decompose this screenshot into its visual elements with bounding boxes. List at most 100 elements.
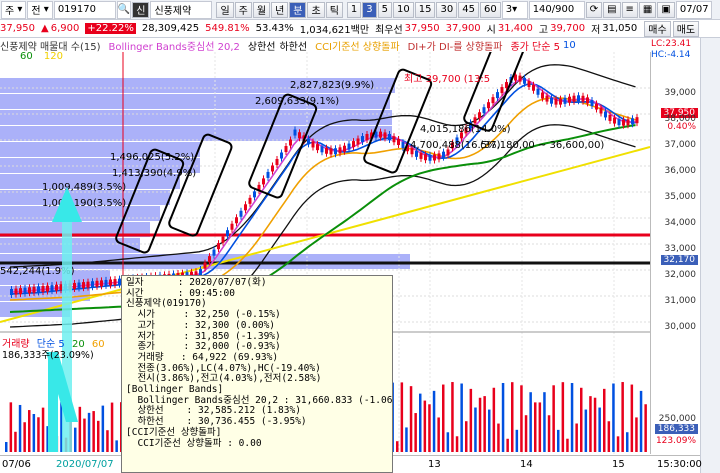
volume-tag: 186,333 xyxy=(654,424,698,434)
tab-period-년[interactable]: 년 xyxy=(271,1,289,18)
copy-icon[interactable]: ▤ xyxy=(603,1,621,18)
candle-body xyxy=(541,92,544,99)
cyan-n-left xyxy=(48,352,58,452)
volume-bar xyxy=(423,400,427,452)
credit-badge[interactable]: 신 xyxy=(132,1,150,18)
volume-bar xyxy=(635,417,638,452)
volume-bar xyxy=(106,430,109,452)
volume-bar xyxy=(621,382,624,452)
candle-body xyxy=(347,143,351,150)
right-toolbar[interactable] xyxy=(700,38,720,473)
price-axis[interactable]: LC:23.41 HC:-4.14 37,950 0.40% 32,170 25… xyxy=(650,39,700,454)
candle-body xyxy=(307,138,310,145)
interval-tabs: 1 3 5 10 15 30 45 60 xyxy=(346,1,501,18)
whole-label: 전 xyxy=(31,6,41,17)
tab-interval-5[interactable]: 5 xyxy=(377,1,393,18)
quote-bar: 37,950 ▲ 6,900 +22.22% 28,309,425 549.81… xyxy=(0,20,720,38)
tab-interval-3[interactable]: 3 xyxy=(362,1,377,18)
tab-period-일[interactable]: 일 xyxy=(216,1,234,18)
calendar-icon[interactable]: ▣ xyxy=(657,1,675,18)
candle-body xyxy=(113,279,117,286)
whole-select[interactable]: 전 ▾ xyxy=(27,0,53,19)
tab-interval-1[interactable]: 1 xyxy=(346,1,362,18)
candle-body xyxy=(392,136,396,143)
candle-body xyxy=(487,102,490,109)
volume: 28,309,425 xyxy=(141,23,200,34)
refresh-icon[interactable]: ⟳ xyxy=(585,1,603,18)
candle-body xyxy=(478,112,481,119)
tab-period-월[interactable]: 월 xyxy=(252,1,271,18)
indicator-legend: 신풍제약 매물대 수(15) Bollinger Bands중심선 20,2 상… xyxy=(0,38,700,53)
stock-name: 신풍제약 xyxy=(150,0,213,19)
volume-bar xyxy=(478,397,482,452)
volume-bar xyxy=(18,404,22,452)
tab-period-틱[interactable]: 틱 xyxy=(325,1,343,18)
price-change: 6,900 xyxy=(50,23,80,34)
tab-period-주[interactable]: 주 xyxy=(234,1,252,18)
candle-body xyxy=(91,281,94,288)
candle-body xyxy=(491,97,495,104)
tab-interval-30[interactable]: 30 xyxy=(436,1,458,18)
candle-body xyxy=(284,146,288,153)
count-field[interactable]: 140/900 xyxy=(528,0,585,19)
high-label: 고 xyxy=(538,25,549,36)
tab-interval-60[interactable]: 60 xyxy=(479,1,501,18)
lc-value: LC:23.41 xyxy=(651,39,692,49)
grid-icon[interactable]: ▦ xyxy=(638,1,657,18)
legend-bb-lower[interactable]: 하한선 xyxy=(279,38,307,53)
legend-bb-mid[interactable]: Bollinger Bands중심선 20,2 xyxy=(109,38,240,53)
tab-interval-15[interactable]: 15 xyxy=(414,1,436,18)
candle-body xyxy=(622,119,625,126)
candle-body xyxy=(23,287,27,294)
candle-body xyxy=(631,118,634,125)
trade-amount: 1,034,621백만 xyxy=(299,25,370,36)
volume-bar xyxy=(492,387,496,452)
volume-bar xyxy=(41,407,45,452)
list-icon[interactable]: ≡ xyxy=(621,1,638,18)
date-field[interactable]: 07/07 xyxy=(675,0,712,19)
candle-body xyxy=(226,230,229,237)
buy-button[interactable]: 매수 xyxy=(644,20,671,37)
candle-body xyxy=(14,288,18,295)
candle-body xyxy=(343,145,346,152)
candle-body xyxy=(253,191,256,198)
volume-ratio: 549.81% xyxy=(205,23,250,34)
clock: 15:30:00 xyxy=(657,459,702,470)
volume-profile-bar xyxy=(0,126,392,141)
tab-period-초[interactable]: 초 xyxy=(307,1,325,18)
sell-button[interactable]: 매도 xyxy=(672,20,700,37)
search-icon[interactable]: 🔍 xyxy=(116,0,132,19)
volume-bar xyxy=(626,432,629,452)
high-price: 39,700 xyxy=(550,23,586,34)
volume-bar xyxy=(74,427,77,452)
market-select[interactable]: 주 ▾ xyxy=(1,0,27,19)
legend-bb-upper[interactable]: 상한선 xyxy=(248,38,276,53)
tab-interval-45[interactable]: 45 xyxy=(458,1,479,18)
tab-interval-10[interactable]: 10 xyxy=(393,1,414,18)
legend-cci[interactable]: CCI기준선 상향돌파 xyxy=(315,38,400,53)
volume-bar xyxy=(630,384,634,452)
tab-period-분[interactable]: 분 xyxy=(289,1,307,18)
code-value: 019170 xyxy=(57,4,96,15)
candle-body xyxy=(388,133,391,140)
price-axis-label: 36,000 xyxy=(664,166,697,176)
candle-body xyxy=(617,119,621,126)
volume-bar xyxy=(442,384,445,452)
interval-select[interactable]: 3 ▾ xyxy=(501,0,528,19)
candle-body xyxy=(586,97,589,104)
candle-body xyxy=(217,243,220,250)
candle-body xyxy=(82,282,85,289)
volume-bar xyxy=(616,436,620,452)
volume-bar xyxy=(603,388,606,452)
volume-bar xyxy=(520,385,523,452)
best-bid: 37,900 xyxy=(445,23,481,34)
price-axis-label: 38,000 xyxy=(664,114,697,124)
volume-bar xyxy=(78,406,82,452)
volume-ma3: 60 xyxy=(91,339,105,350)
legend-di[interactable]: DI+가 DI-를 상향돌파 xyxy=(408,38,503,53)
legend-ma10[interactable]: 10 xyxy=(563,40,576,51)
code-input[interactable]: 019170 xyxy=(53,0,116,19)
volume-value: 186,333주(23.09%) xyxy=(2,350,94,361)
legend-ma5[interactable]: 종가 단순 5 xyxy=(510,38,560,53)
candle-body xyxy=(19,288,22,295)
